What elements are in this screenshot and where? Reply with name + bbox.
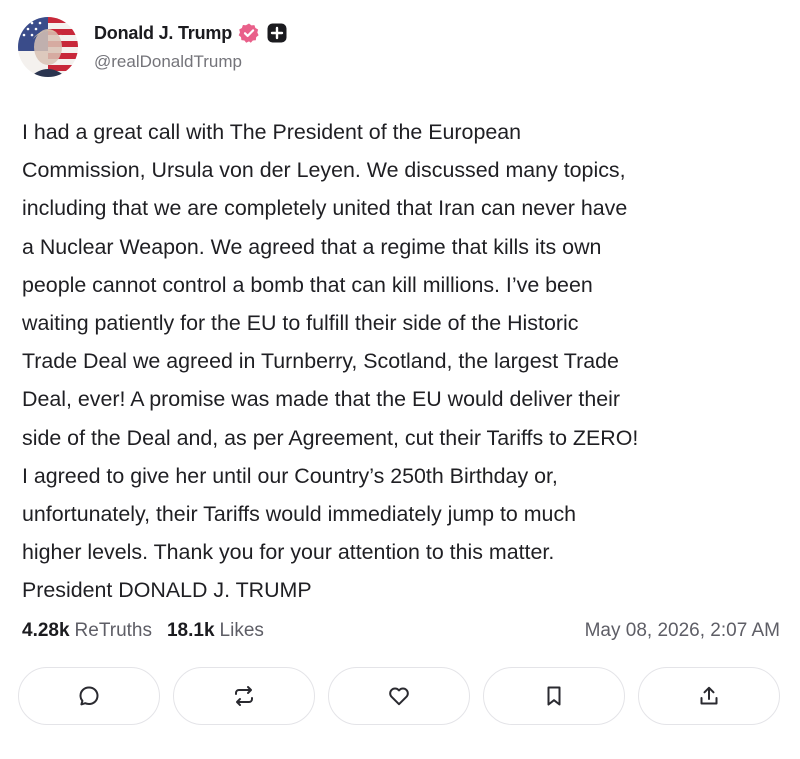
bookmark-button[interactable] (483, 667, 625, 725)
post-body-text: I had a great call with The President of… (22, 120, 639, 603)
author-handle[interactable]: @realDonaldTrump (94, 52, 242, 72)
avatar[interactable] (18, 17, 78, 77)
likes-label[interactable]: Likes (220, 620, 264, 642)
post-action-bar (18, 667, 780, 725)
author-name-row: Donald J. Trump (94, 20, 288, 46)
post-stats: 4.28k ReTruths 18.1k Likes (22, 620, 279, 642)
author-display-name[interactable]: Donald J. Trump (94, 23, 232, 44)
like-icon (389, 687, 409, 706)
retruth-icon (235, 686, 253, 706)
plus-badge-icon (266, 22, 288, 44)
bookmark-icon (547, 686, 561, 706)
retruth-button[interactable] (173, 667, 315, 725)
like-button[interactable] (328, 667, 470, 725)
retruths-count[interactable]: 4.28k (22, 620, 70, 642)
verified-badge-icon (238, 22, 260, 44)
reply-button[interactable] (18, 667, 160, 725)
reply-icon (79, 686, 99, 706)
likes-count[interactable]: 18.1k (167, 620, 215, 642)
share-button[interactable] (638, 667, 780, 725)
truth-post: Donald J. Trump @realDonaldTrump I had a… (0, 0, 800, 759)
post-timestamp[interactable]: May 08, 2026, 2:07 AM (585, 620, 780, 642)
retruths-label[interactable]: ReTruths (75, 620, 152, 642)
share-icon (700, 686, 718, 705)
avatar-image (18, 17, 78, 77)
